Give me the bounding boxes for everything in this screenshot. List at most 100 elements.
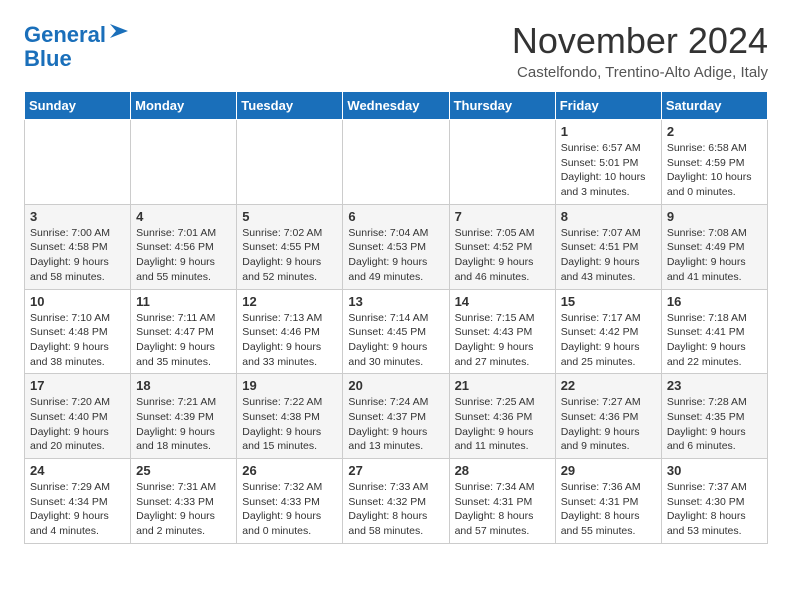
day-number: 7 xyxy=(455,209,550,224)
day-number: 6 xyxy=(348,209,443,224)
calendar-cell xyxy=(343,120,449,205)
col-header-friday: Friday xyxy=(555,92,661,120)
day-info: Sunrise: 7:33 AM Sunset: 4:32 PM Dayligh… xyxy=(348,480,443,539)
calendar-cell xyxy=(131,120,237,205)
day-number: 18 xyxy=(136,378,231,393)
logo-general: General xyxy=(24,22,106,47)
day-info: Sunrise: 7:21 AM Sunset: 4:39 PM Dayligh… xyxy=(136,395,231,454)
day-number: 25 xyxy=(136,463,231,478)
day-info: Sunrise: 7:01 AM Sunset: 4:56 PM Dayligh… xyxy=(136,226,231,285)
calendar-table: SundayMondayTuesdayWednesdayThursdayFrid… xyxy=(24,91,768,544)
day-info: Sunrise: 7:11 AM Sunset: 4:47 PM Dayligh… xyxy=(136,311,231,370)
day-number: 8 xyxy=(561,209,656,224)
day-info: Sunrise: 7:20 AM Sunset: 4:40 PM Dayligh… xyxy=(30,395,125,454)
day-number: 12 xyxy=(242,294,337,309)
day-info: Sunrise: 7:27 AM Sunset: 4:36 PM Dayligh… xyxy=(561,395,656,454)
month-title: November 2024 xyxy=(512,20,768,62)
day-info: Sunrise: 7:07 AM Sunset: 4:51 PM Dayligh… xyxy=(561,226,656,285)
day-number: 9 xyxy=(667,209,762,224)
day-number: 19 xyxy=(242,378,337,393)
location: Castelfondo, Trentino-Alto Adige, Italy xyxy=(512,64,768,81)
day-number: 1 xyxy=(561,124,656,139)
day-info: Sunrise: 7:28 AM Sunset: 4:35 PM Dayligh… xyxy=(667,395,762,454)
week-row-4: 24 Sunrise: 7:29 AM Sunset: 4:34 PM Dayli… xyxy=(25,459,768,544)
calendar-cell: 2 Sunrise: 6:58 AM Sunset: 4:59 PM Daylig… xyxy=(661,120,767,205)
logo-blue: Blue xyxy=(24,46,72,71)
title-block: November 2024 Castelfondo, Trentino-Alto… xyxy=(512,20,768,81)
calendar-cell: 24 Sunrise: 7:29 AM Sunset: 4:34 PM Dayli… xyxy=(25,459,131,544)
day-number: 3 xyxy=(30,209,125,224)
col-header-thursday: Thursday xyxy=(449,92,555,120)
col-header-saturday: Saturday xyxy=(661,92,767,120)
day-info: Sunrise: 7:08 AM Sunset: 4:49 PM Dayligh… xyxy=(667,226,762,285)
day-info: Sunrise: 7:22 AM Sunset: 4:38 PM Dayligh… xyxy=(242,395,337,454)
calendar-cell: 21Sunrise: 7:25 AM Sunset: 4:36 PM Dayli… xyxy=(449,374,555,459)
day-number: 20 xyxy=(348,378,443,393)
calendar-cell xyxy=(25,120,131,205)
calendar-cell: 30 Sunrise: 7:37 AM Sunset: 4:30 PM Dayli… xyxy=(661,459,767,544)
page: General Blue November 2024 Castelfondo, … xyxy=(0,0,792,564)
header: General Blue November 2024 Castelfondo, … xyxy=(24,20,768,81)
calendar-cell: 16Sunrise: 7:18 AM Sunset: 4:41 PM Dayli… xyxy=(661,289,767,374)
header-row: SundayMondayTuesdayWednesdayThursdayFrid… xyxy=(25,92,768,120)
calendar-cell: 17 Sunrise: 7:20 AM Sunset: 4:40 PM Dayli… xyxy=(25,374,131,459)
day-info: Sunrise: 7:00 AM Sunset: 4:58 PM Dayligh… xyxy=(30,226,125,285)
day-number: 2 xyxy=(667,124,762,139)
calendar-cell: 4Sunrise: 7:01 AM Sunset: 4:56 PM Daylig… xyxy=(131,204,237,289)
calendar-cell: 9 Sunrise: 7:08 AM Sunset: 4:49 PM Daylig… xyxy=(661,204,767,289)
calendar-cell: 5Sunrise: 7:02 AM Sunset: 4:55 PM Daylig… xyxy=(237,204,343,289)
calendar-cell: 15Sunrise: 7:17 AM Sunset: 4:42 PM Dayli… xyxy=(555,289,661,374)
day-info: Sunrise: 7:04 AM Sunset: 4:53 PM Dayligh… xyxy=(348,226,443,285)
day-info: Sunrise: 7:36 AM Sunset: 4:31 PM Dayligh… xyxy=(561,480,656,539)
calendar-cell: 25 Sunrise: 7:31 AM Sunset: 4:33 PM Dayli… xyxy=(131,459,237,544)
day-info: Sunrise: 7:05 AM Sunset: 4:52 PM Dayligh… xyxy=(455,226,550,285)
day-number: 22 xyxy=(561,378,656,393)
day-number: 16 xyxy=(667,294,762,309)
week-row-1: 3 Sunrise: 7:00 AM Sunset: 4:58 PM Daylig… xyxy=(25,204,768,289)
calendar-cell: 8 Sunrise: 7:07 AM Sunset: 4:51 PM Daylig… xyxy=(555,204,661,289)
day-number: 26 xyxy=(242,463,337,478)
day-info: Sunrise: 7:13 AM Sunset: 4:46 PM Dayligh… xyxy=(242,311,337,370)
week-row-0: 1 Sunrise: 6:57 AM Sunset: 5:01 PM Daylig… xyxy=(25,120,768,205)
day-number: 14 xyxy=(455,294,550,309)
calendar-cell: 23 Sunrise: 7:28 AM Sunset: 4:35 PM Dayli… xyxy=(661,374,767,459)
day-info: Sunrise: 6:58 AM Sunset: 4:59 PM Dayligh… xyxy=(667,141,762,200)
col-header-tuesday: Tuesday xyxy=(237,92,343,120)
calendar-cell: 1 Sunrise: 6:57 AM Sunset: 5:01 PM Daylig… xyxy=(555,120,661,205)
day-number: 10 xyxy=(30,294,125,309)
week-row-3: 17 Sunrise: 7:20 AM Sunset: 4:40 PM Dayli… xyxy=(25,374,768,459)
calendar-cell: 29 Sunrise: 7:36 AM Sunset: 4:31 PM Dayli… xyxy=(555,459,661,544)
day-info: Sunrise: 7:31 AM Sunset: 4:33 PM Dayligh… xyxy=(136,480,231,539)
week-row-2: 10 Sunrise: 7:10 AM Sunset: 4:48 PM Dayli… xyxy=(25,289,768,374)
calendar-cell: 14 Sunrise: 7:15 AM Sunset: 4:43 PM Dayli… xyxy=(449,289,555,374)
calendar-cell: 10 Sunrise: 7:10 AM Sunset: 4:48 PM Dayli… xyxy=(25,289,131,374)
day-info: Sunrise: 7:10 AM Sunset: 4:48 PM Dayligh… xyxy=(30,311,125,370)
calendar-cell xyxy=(237,120,343,205)
logo-icon xyxy=(108,20,130,42)
day-info: Sunrise: 7:29 AM Sunset: 4:34 PM Dayligh… xyxy=(30,480,125,539)
day-number: 17 xyxy=(30,378,125,393)
day-info: Sunrise: 7:15 AM Sunset: 4:43 PM Dayligh… xyxy=(455,311,550,370)
calendar-cell: 7 Sunrise: 7:05 AM Sunset: 4:52 PM Daylig… xyxy=(449,204,555,289)
calendar-cell: 3 Sunrise: 7:00 AM Sunset: 4:58 PM Daylig… xyxy=(25,204,131,289)
day-info: Sunrise: 7:34 AM Sunset: 4:31 PM Dayligh… xyxy=(455,480,550,539)
day-info: Sunrise: 7:02 AM Sunset: 4:55 PM Dayligh… xyxy=(242,226,337,285)
day-number: 21 xyxy=(455,378,550,393)
calendar-cell: 11Sunrise: 7:11 AM Sunset: 4:47 PM Dayli… xyxy=(131,289,237,374)
logo: General Blue xyxy=(24,20,130,71)
day-number: 30 xyxy=(667,463,762,478)
day-number: 28 xyxy=(455,463,550,478)
calendar-cell: 26 Sunrise: 7:32 AM Sunset: 4:33 PM Dayli… xyxy=(237,459,343,544)
calendar-cell: 12 Sunrise: 7:13 AM Sunset: 4:46 PM Dayli… xyxy=(237,289,343,374)
day-info: Sunrise: 6:57 AM Sunset: 5:01 PM Dayligh… xyxy=(561,141,656,200)
day-number: 15 xyxy=(561,294,656,309)
day-info: Sunrise: 7:32 AM Sunset: 4:33 PM Dayligh… xyxy=(242,480,337,539)
day-info: Sunrise: 7:37 AM Sunset: 4:30 PM Dayligh… xyxy=(667,480,762,539)
calendar-cell: 18 Sunrise: 7:21 AM Sunset: 4:39 PM Dayli… xyxy=(131,374,237,459)
day-number: 29 xyxy=(561,463,656,478)
day-number: 13 xyxy=(348,294,443,309)
col-header-sunday: Sunday xyxy=(25,92,131,120)
calendar-cell: 19 Sunrise: 7:22 AM Sunset: 4:38 PM Dayli… xyxy=(237,374,343,459)
day-number: 24 xyxy=(30,463,125,478)
day-number: 23 xyxy=(667,378,762,393)
